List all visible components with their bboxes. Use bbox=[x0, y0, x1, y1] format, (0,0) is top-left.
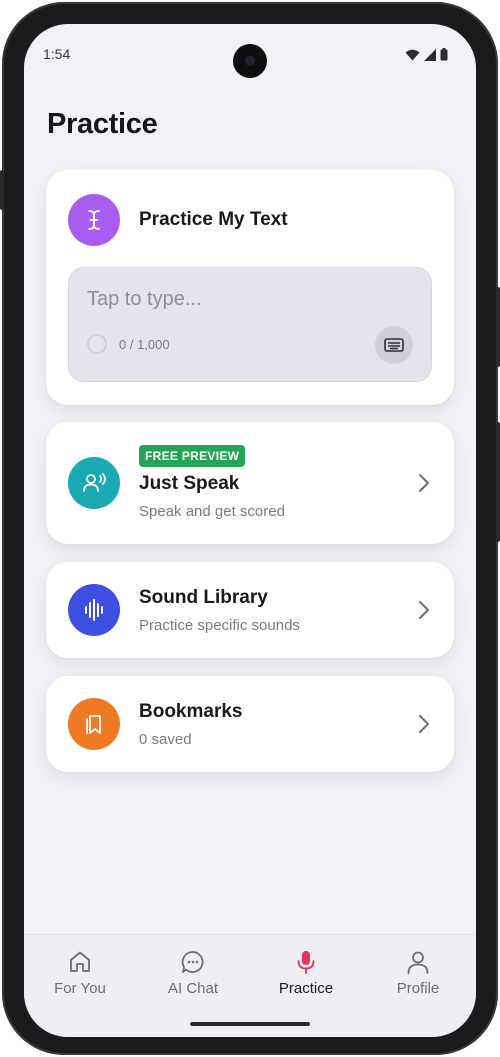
app-screen: 1:54 Practice Practice My Text Tap to ty… bbox=[24, 24, 476, 1037]
keyboard-icon bbox=[384, 338, 404, 352]
wifi-icon bbox=[405, 49, 420, 61]
phone-power-button bbox=[496, 422, 500, 542]
nav-label-for-you: For You bbox=[54, 980, 106, 997]
phone-frame: 1:54 Practice Practice My Text Tap to ty… bbox=[0, 2, 500, 1055]
speaking-person-icon bbox=[68, 457, 120, 509]
practice-my-text-title: Practice My Text bbox=[139, 209, 288, 230]
nav-item-profile[interactable]: Profile bbox=[368, 949, 468, 997]
bookmarks-subtitle: 0 saved bbox=[139, 731, 192, 748]
phone-volume-button bbox=[496, 287, 500, 367]
front-camera bbox=[233, 44, 267, 78]
battery-icon bbox=[440, 48, 448, 61]
practice-my-text-card: Practice My Text Tap to type... 0 / 1,00… bbox=[46, 170, 454, 405]
status-bar: 1:54 bbox=[24, 24, 476, 84]
chevron-right-icon bbox=[419, 601, 429, 619]
profile-icon bbox=[407, 951, 429, 974]
nav-label-profile: Profile bbox=[396, 980, 440, 997]
nav-item-practice[interactable]: Practice bbox=[256, 949, 356, 997]
chevron-right-icon bbox=[419, 715, 429, 733]
text-input-placeholder: Tap to type... bbox=[87, 288, 202, 310]
phone-side-button bbox=[0, 170, 4, 210]
page-title: Practice bbox=[47, 108, 158, 140]
sound-wave-icon bbox=[68, 584, 120, 636]
character-counter-ring bbox=[87, 334, 107, 354]
nav-label-ai-chat: AI Chat bbox=[167, 980, 219, 997]
nav-item-for-you[interactable]: For You bbox=[30, 949, 130, 997]
just-speak-card[interactable]: FREE PREVIEW Just Speak Speak and get sc… bbox=[46, 422, 454, 544]
just-speak-title: Just Speak bbox=[139, 473, 240, 494]
character-counter: 0 / 1,000 bbox=[119, 337, 170, 352]
nav-label-practice: Practice bbox=[278, 980, 334, 997]
bookmarks-card[interactable]: Bookmarks 0 saved bbox=[46, 676, 454, 772]
practice-text-input[interactable]: Tap to type... 0 / 1,000 bbox=[68, 267, 432, 382]
bookmark-icon bbox=[68, 698, 120, 750]
nav-item-ai-chat[interactable]: AI Chat bbox=[143, 949, 243, 997]
system-icons bbox=[405, 48, 448, 61]
home-indicator[interactable] bbox=[190, 1022, 310, 1026]
text-cursor-icon bbox=[68, 194, 120, 246]
sound-library-subtitle: Practice specific sounds bbox=[139, 617, 300, 634]
chevron-right-icon bbox=[419, 474, 429, 492]
home-icon bbox=[70, 951, 90, 972]
keyboard-button[interactable] bbox=[375, 326, 413, 364]
just-speak-subtitle: Speak and get scored bbox=[139, 503, 285, 520]
bookmarks-title: Bookmarks bbox=[139, 701, 243, 722]
sound-library-card[interactable]: Sound Library Practice specific sounds bbox=[46, 562, 454, 658]
microphone-icon bbox=[297, 951, 315, 974]
signal-icon bbox=[424, 49, 436, 61]
status-time: 1:54 bbox=[43, 46, 71, 62]
free-preview-badge: FREE PREVIEW bbox=[139, 445, 246, 467]
sound-library-title: Sound Library bbox=[139, 587, 268, 608]
chat-bubble-icon bbox=[181, 951, 204, 973]
